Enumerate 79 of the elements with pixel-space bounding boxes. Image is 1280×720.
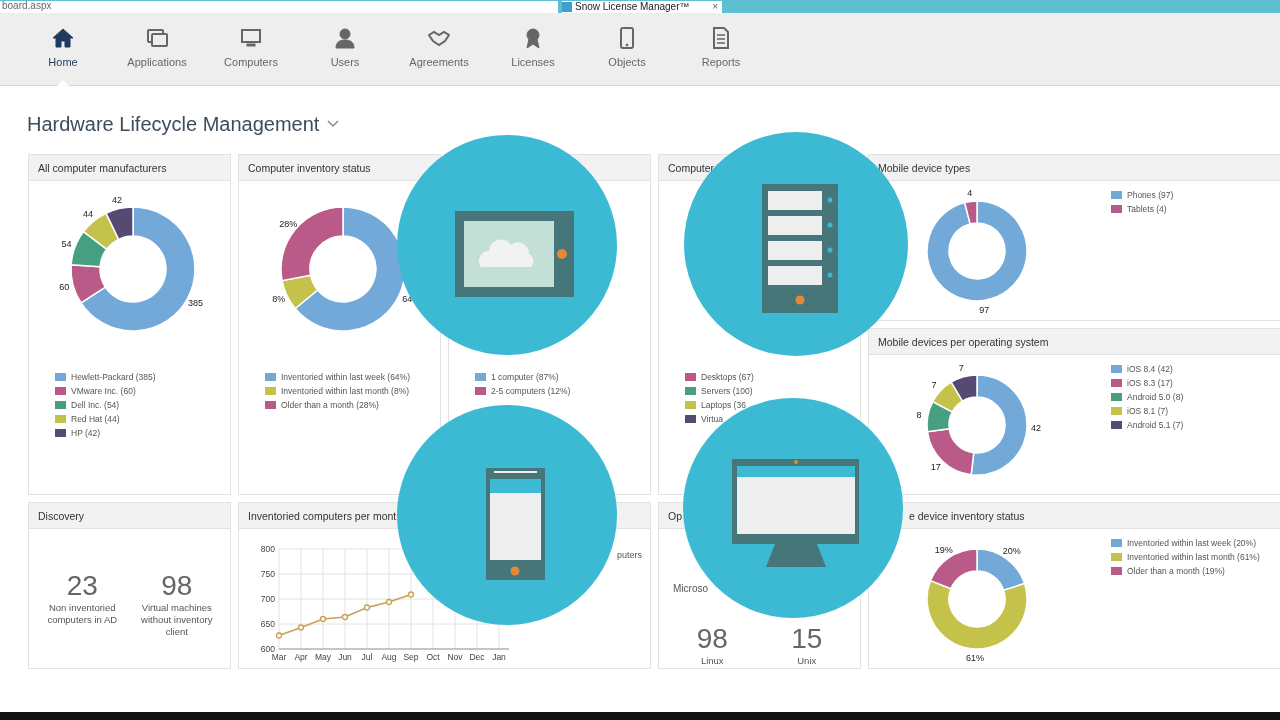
axis-label: Jan <box>492 652 506 662</box>
data-label: 44 <box>82 209 93 220</box>
stat-value: 23 <box>66 571 98 602</box>
axis-label: 800 <box>260 544 275 554</box>
data-label: 97 <box>979 304 990 315</box>
legend-label: Android 5.1 (7) <box>1127 419 1184 431</box>
legend-label: Virtua <box>701 413 724 425</box>
data-label: 17 <box>930 462 941 473</box>
stat-label: Non inventoried computers in AD <box>46 601 119 626</box>
axis-label: 600 <box>260 644 275 654</box>
legend-label: Dell Inc. (54) <box>71 399 120 411</box>
legend-label: Inventoried within last week (64%) <box>281 371 410 383</box>
panel-title: Mobile device types <box>878 162 971 174</box>
panel-title: Computer <box>668 162 715 174</box>
legend-label: puters <box>617 549 642 562</box>
axis-label: 700 <box>260 594 275 604</box>
stat-value: 98 <box>696 624 728 655</box>
legend-label: 2-5 computers (12%) <box>491 385 571 397</box>
legend-label: Laptops (36 <box>701 399 746 411</box>
data-label: 42 <box>112 194 123 205</box>
data-label: 8 <box>916 409 922 420</box>
panel-title: Discovery <box>38 510 85 522</box>
panel-title: Inventoried computers per mont <box>248 510 397 522</box>
data-label: 19% <box>934 545 953 556</box>
axis-label: Apr <box>294 652 308 662</box>
stat-label: Unix <box>797 654 817 667</box>
legend-label: Red Hat (44) <box>71 413 120 425</box>
data-label: 4 <box>967 187 973 198</box>
axis-label: Jun <box>338 652 352 662</box>
legend-label: Hewlett-Packard (385) <box>71 371 156 383</box>
legend-label: Older than a month (28%) <box>281 399 379 411</box>
legend-label: Servers (100) <box>701 385 753 397</box>
panel-title: e device inventory status <box>909 510 1025 522</box>
axis-label: Dec <box>469 652 485 662</box>
panel-title: All computer manufacturers <box>38 162 167 174</box>
axis-label: Mar <box>271 652 287 662</box>
axis-label: Jul <box>361 652 373 662</box>
tab-title: Snow License Manager™ <box>575 2 690 12</box>
data-label: 64 <box>402 294 413 305</box>
axis-label: May <box>314 652 332 662</box>
panel-title: Op <box>668 510 682 522</box>
legend-label: Phones (97) <box>1127 189 1174 201</box>
legend-label: Older than a month (19%) <box>1127 565 1225 577</box>
legend-label: iOS 8.4 (42) <box>1127 363 1173 375</box>
legend-label: Tablets (4) <box>1127 203 1167 215</box>
stat-label: Linux <box>700 654 724 667</box>
legend-label: VMware Inc. (60) <box>71 385 136 397</box>
page-title: Hardware Lifecycle Management <box>27 112 320 137</box>
legend-label: Android 5.0 (8) <box>1127 391 1184 403</box>
stat-label: Microso <box>672 582 709 596</box>
data-label: 7 <box>931 379 937 390</box>
legend-label: iOS 8.3 (17) <box>1127 377 1173 389</box>
axis-label: 750 <box>260 569 275 579</box>
legend-label: Desktops (67) <box>701 371 754 383</box>
data-label: 7 <box>958 363 964 374</box>
axis-label: Oct <box>426 652 440 662</box>
stat-label: Virtual machines without inventory client <box>140 601 214 638</box>
stat-value: 98 <box>161 571 193 602</box>
data-label: 385 <box>187 297 203 308</box>
legend-label: Inventoried within last month (8%) <box>281 385 410 397</box>
data-label: 42 <box>1030 423 1041 434</box>
data-label: 60 <box>59 281 70 292</box>
data-label: 28% <box>279 218 298 229</box>
stat-value: 15 <box>791 624 823 655</box>
legend-label: 1 computer (87%) <box>491 371 559 383</box>
legend-label: Inventoried within last month (61%) <box>1127 551 1260 563</box>
axis-label: Aug <box>381 652 397 662</box>
panel-title: Computer inventory status <box>248 162 371 174</box>
data-label: 20% <box>1002 546 1021 557</box>
axis-label: Sep <box>403 652 419 662</box>
panel-title: Mobile devices per operating system <box>878 336 1049 348</box>
axis-label: Nov <box>447 652 463 662</box>
axis-label: 650 <box>260 619 275 629</box>
data-label: 61% <box>966 653 985 663</box>
legend-label: iOS 8.1 (7) <box>1127 405 1169 417</box>
data-label: 54 <box>61 239 72 250</box>
data-label: 8% <box>272 294 286 305</box>
legend-label: HP (42) <box>71 427 101 439</box>
legend-label: Inventoried within last week (20%) <box>1127 537 1256 549</box>
